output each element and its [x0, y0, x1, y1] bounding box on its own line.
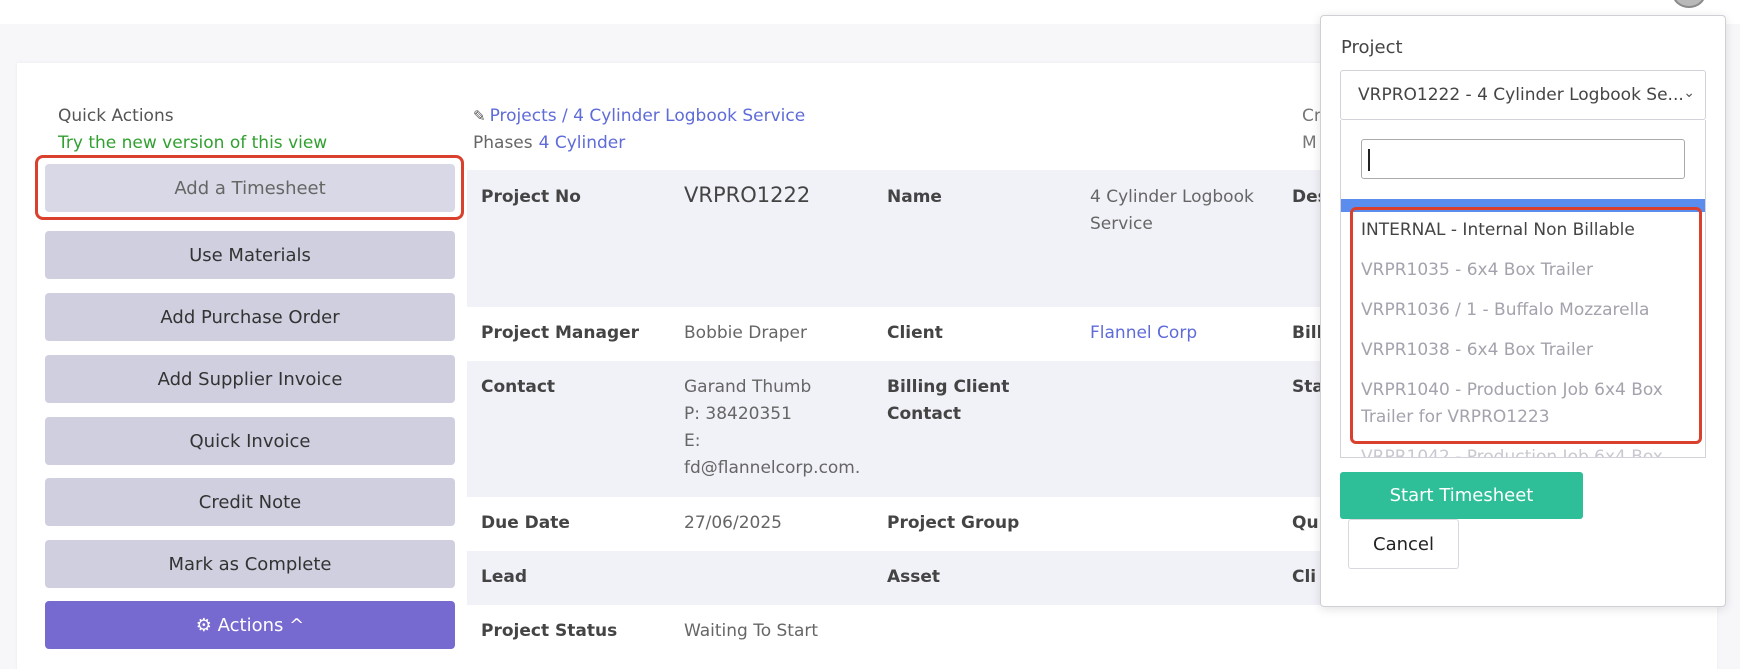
project-field-label: Project — [1341, 37, 1403, 58]
asset-label: Asset — [887, 567, 941, 587]
actions-button[interactable]: ⚙ Actions ^ — [45, 601, 455, 649]
timesheet-highlight — [35, 155, 464, 220]
description-label-cut: Des — [1292, 187, 1320, 207]
options-highlight — [1350, 207, 1702, 444]
use-materials-button[interactable]: Use Materials — [45, 231, 455, 279]
project-manager-value: Bobbie Draper — [684, 323, 807, 343]
new-version-link[interactable]: Try the new version of this view — [58, 133, 327, 153]
project-group-label: Project Group — [887, 513, 1020, 533]
add-supplier-invoice-button[interactable]: Add Supplier Invoice — [45, 355, 455, 403]
contact-phone: P: 38420351 — [684, 404, 792, 424]
name-value: 4 Cylinder Logbook Service — [1090, 187, 1254, 234]
add-purchase-order-button[interactable]: Add Purchase Order — [45, 293, 455, 341]
project-no-label: Project No — [481, 187, 581, 207]
client-label: Client — [887, 323, 943, 343]
text-caret — [1368, 149, 1370, 171]
client-label-cut: Cli — [1292, 567, 1317, 587]
detail-row-project-status — [467, 605, 1717, 659]
project-select[interactable]: VRPRO1222 - 4 Cylinder Logbook Se... ⌄ — [1340, 70, 1706, 120]
due-date-value: 27/06/2025 — [684, 513, 782, 533]
project-manager-label: Project Manager — [481, 323, 640, 343]
contact-email-label: E: — [684, 431, 701, 451]
billing-client-contact-label: Billing Client Contact — [887, 377, 1010, 424]
contact-email[interactable]: fd@flannelcorp.com. — [684, 455, 874, 482]
lead-label: Lead — [481, 567, 528, 587]
project-status-label: Project Status — [481, 621, 618, 641]
comments-icon: ✎ — [473, 107, 486, 125]
project-select-value: VRPRO1222 - 4 Cylinder Logbook Se... — [1358, 85, 1684, 105]
quick-invoice-button[interactable]: Quick Invoice — [45, 417, 455, 465]
breadcrumb: ✎ Projects / 4 Cylinder Logbook Service — [473, 106, 805, 126]
credit-note-button[interactable]: Credit Note — [45, 478, 455, 526]
start-timesheet-button[interactable]: Start Timesheet — [1340, 472, 1583, 519]
breadcrumb-current[interactable]: 4 Cylinder Logbook Service — [573, 106, 805, 126]
client-link[interactable]: Flannel Corp — [1090, 320, 1197, 347]
contact-name: Garand Thumb — [684, 377, 812, 397]
breadcrumb-separator: / — [556, 106, 574, 126]
phases-label: Phases — [473, 133, 533, 153]
billing-label-cut: Billi — [1292, 323, 1320, 343]
modified-label-cut: M — [1302, 133, 1317, 153]
quote-label-cut: Qu — [1292, 513, 1319, 533]
phases-line: Phases 4 Cylinder — [473, 133, 625, 153]
project-status-value: Waiting To Start — [684, 621, 819, 641]
contact-label: Contact — [481, 377, 556, 397]
quick-actions-title: Quick Actions — [58, 106, 174, 126]
phases-link[interactable]: 4 Cylinder — [539, 133, 626, 153]
chevron-down-icon: ⌄ — [1683, 85, 1695, 101]
project-search-input[interactable] — [1361, 139, 1685, 179]
created-label-cut: Cr — [1302, 106, 1321, 126]
due-date-label: Due Date — [481, 513, 570, 533]
name-label: Name — [887, 187, 942, 207]
project-no-value: VRPRO1222 — [684, 183, 811, 207]
mark-as-complete-button[interactable]: Mark as Complete — [45, 540, 455, 588]
status-label-cut: Sta — [1292, 377, 1320, 397]
cancel-button[interactable]: Cancel — [1348, 519, 1459, 569]
project-option[interactable]: VRPR1042 - Production Job 6x4 Box — [1361, 444, 1686, 457]
breadcrumb-projects-link[interactable]: Projects — [490, 106, 557, 126]
